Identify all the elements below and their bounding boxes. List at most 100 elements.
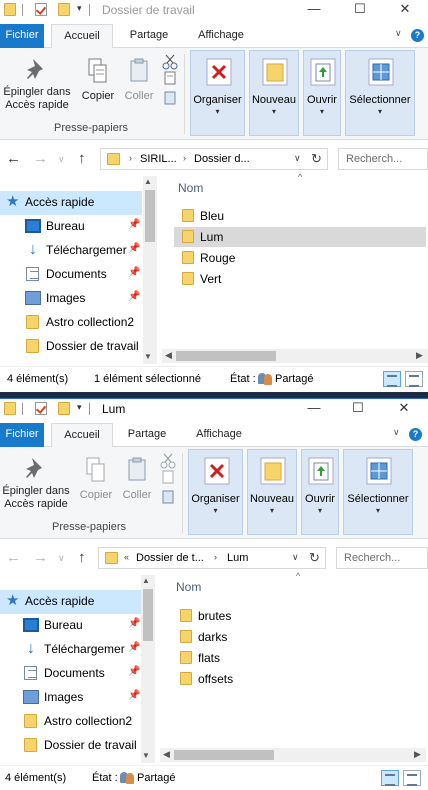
scroll-thumb[interactable] <box>145 190 155 242</box>
select-button[interactable]: Sélectionner ▾ <box>343 449 413 535</box>
customize-toolbar-icon[interactable]: ▾ <box>77 402 82 413</box>
overflow-chevron-icon[interactable]: « <box>124 552 129 562</box>
nav-item-documents[interactable]: Documents 📌 <box>0 263 142 287</box>
refresh-icon[interactable]: ↻ <box>311 151 322 167</box>
search-input[interactable]: Recherch... <box>336 547 428 569</box>
breadcrumb-dossier[interactable]: Dossier de t... <box>136 552 204 564</box>
nav-item-astro-collection2[interactable]: Astro collection2 <box>0 710 142 734</box>
maximize-button[interactable]: ☐ <box>340 0 380 20</box>
refresh-icon[interactable]: ↻ <box>309 550 320 566</box>
forward-arrow-icon[interactable]: → <box>33 549 48 566</box>
scroll-right-icon[interactable]: ▶ <box>414 749 421 760</box>
nav-item-quick-access[interactable]: ★ Accès rapide <box>0 191 142 215</box>
organize-button[interactable]: Organiser ▾ <box>188 449 243 535</box>
nav-item-pictures[interactable]: Images 📌 <box>0 686 142 710</box>
maximize-button[interactable]: ☐ <box>338 399 378 419</box>
breadcrumb-siril[interactable]: SIRIL... <box>140 153 177 165</box>
horizontal-scrollbar[interactable]: ◀ ▶ <box>162 349 428 363</box>
help-icon[interactable]: ? <box>411 29 424 42</box>
tab-partage[interactable]: Partage <box>119 423 175 447</box>
search-input[interactable]: Recherch... <box>338 148 428 170</box>
column-header-name[interactable]: Nom <box>176 580 201 594</box>
close-button[interactable]: ✕ <box>384 399 424 419</box>
nav-scrollbar[interactable]: ▲ ▼ <box>143 176 157 364</box>
nav-item-pictures[interactable]: Images 📌 <box>0 287 142 311</box>
open-button[interactable]: Ouvrir ▾ <box>301 449 339 535</box>
collapse-ribbon-icon[interactable]: ∨ <box>395 28 402 39</box>
tab-accueil[interactable]: Accueil <box>51 423 113 448</box>
recent-locations-icon[interactable]: ∨ <box>58 553 65 564</box>
paste-button[interactable]: Coller <box>120 50 158 103</box>
recent-locations-icon[interactable]: ∨ <box>58 154 65 165</box>
scroll-thumb[interactable] <box>143 589 153 641</box>
list-item[interactable]: Bleu <box>176 206 428 226</box>
new-folder-icon[interactable] <box>58 3 70 16</box>
list-item[interactable]: Vert <box>176 269 428 289</box>
large-icons-view-button[interactable] <box>403 770 421 786</box>
tab-affichage[interactable]: Affichage <box>184 423 254 447</box>
paste-button[interactable]: Coller <box>118 449 156 502</box>
scroll-up-icon[interactable]: ▲ <box>144 177 152 186</box>
paste-shortcut-button[interactable] <box>160 90 180 110</box>
list-item[interactable]: darks <box>174 627 426 647</box>
copy-path-button[interactable] <box>160 70 180 90</box>
copy-path-button[interactable] <box>158 469 178 489</box>
up-arrow-icon[interactable]: ↑ <box>78 150 86 167</box>
scroll-thumb[interactable] <box>176 351 276 361</box>
list-item[interactable]: Lum <box>174 227 426 247</box>
details-view-button[interactable] <box>383 371 401 387</box>
organize-button[interactable]: Organiser ▾ <box>190 50 245 136</box>
close-button[interactable]: ✕ <box>385 0 425 20</box>
nav-item-astro-collection2[interactable]: Astro collection2 <box>0 311 142 335</box>
list-item[interactable]: flats <box>174 648 426 668</box>
scroll-left-icon[interactable]: ◀ <box>165 350 172 361</box>
address-bar[interactable]: › SIRIL... › Dossier d... ∨ ↻ <box>100 148 328 170</box>
address-dropdown-icon[interactable]: ∨ <box>294 153 301 164</box>
new-button[interactable]: Nouveau ▾ <box>247 449 297 535</box>
forward-arrow-icon[interactable]: → <box>33 150 48 167</box>
tab-fichier[interactable]: Fichier <box>0 423 44 447</box>
minimize-button[interactable]: — <box>294 399 334 419</box>
scroll-down-icon[interactable]: ▼ <box>144 352 152 361</box>
tab-affichage[interactable]: Affichage <box>186 24 256 48</box>
nav-item-desktop[interactable]: Bureau 📌 <box>0 215 142 239</box>
nav-scrollbar[interactable]: ▲ ▼ <box>141 575 155 763</box>
details-view-button[interactable] <box>381 770 399 786</box>
new-folder-icon[interactable] <box>58 402 70 415</box>
scroll-thumb[interactable] <box>174 750 274 760</box>
nav-item-desktop[interactable]: Bureau 📌 <box>0 614 142 638</box>
large-icons-view-button[interactable] <box>405 371 423 387</box>
customize-toolbar-icon[interactable]: ▾ <box>77 3 82 14</box>
scroll-right-icon[interactable]: ▶ <box>416 350 423 361</box>
nav-item-downloads[interactable]: ↓ Téléchargemer 📌 <box>0 638 142 662</box>
address-bar[interactable]: « Dossier de t... › Lum ∨ ↻ <box>98 547 326 569</box>
nav-item-documents[interactable]: Documents 📌 <box>0 662 142 686</box>
select-button[interactable]: Sélectionner ▾ <box>345 50 415 136</box>
horizontal-scrollbar[interactable]: ◀ ▶ <box>160 748 426 762</box>
paste-shortcut-button[interactable] <box>158 489 178 509</box>
nav-item-dossier-de-travail[interactable]: Dossier de travail <box>0 335 142 359</box>
copy-button[interactable]: Copier <box>78 50 118 103</box>
minimize-button[interactable]: — <box>294 0 334 20</box>
back-arrow-icon[interactable]: ← <box>6 150 21 167</box>
collapse-ribbon-icon[interactable]: ∨ <box>393 427 400 438</box>
breadcrumb-lum[interactable]: Lum <box>227 552 248 564</box>
up-arrow-icon[interactable]: ↑ <box>78 549 86 566</box>
pin-quick-access-button[interactable]: Épingler dans Accès rapide <box>0 449 72 511</box>
tab-accueil[interactable]: Accueil <box>51 24 113 49</box>
list-item[interactable]: offsets <box>174 669 426 689</box>
scroll-left-icon[interactable]: ◀ <box>163 749 170 760</box>
back-arrow-icon[interactable]: ← <box>6 549 21 566</box>
nav-item-quick-access[interactable]: ★ Accès rapide <box>0 590 142 614</box>
help-icon[interactable]: ? <box>409 428 422 441</box>
breadcrumb-dossier[interactable]: Dossier d... <box>194 153 250 165</box>
new-button[interactable]: Nouveau ▾ <box>249 50 299 136</box>
properties-icon[interactable] <box>35 3 47 16</box>
pin-quick-access-button[interactable]: Épingler dans Accès rapide <box>0 50 74 112</box>
properties-icon[interactable] <box>35 402 47 415</box>
tab-fichier[interactable]: Fichier <box>0 24 44 48</box>
column-header-name[interactable]: Nom <box>178 181 203 195</box>
tab-partage[interactable]: Partage <box>121 24 177 48</box>
scroll-up-icon[interactable]: ▲ <box>142 576 150 585</box>
nav-item-dossier-de-travail[interactable]: Dossier de travail <box>0 734 142 758</box>
